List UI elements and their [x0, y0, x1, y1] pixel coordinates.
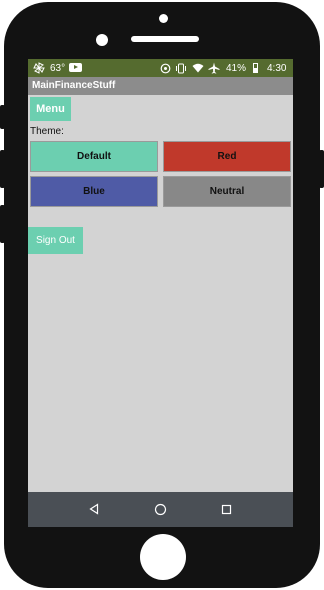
home-icon[interactable]	[152, 501, 168, 517]
volume-down-button	[0, 205, 5, 243]
recents-icon[interactable]	[218, 501, 234, 517]
youtube-icon	[69, 63, 82, 72]
theme-neutral-button[interactable]: Neutral	[163, 176, 291, 207]
system-nav-bar	[28, 492, 293, 527]
sensor	[159, 14, 168, 23]
data-saver-icon	[160, 59, 171, 77]
volume-up-button	[0, 150, 5, 188]
wifi-icon	[192, 59, 204, 77]
side-button	[0, 105, 5, 129]
menu-button[interactable]: Menu	[30, 97, 71, 121]
clock: 4:30	[267, 62, 287, 74]
status-bar: 63° 41% 4:30	[28, 59, 293, 77]
temperature: 63°	[50, 62, 66, 74]
screen: 63° 41% 4:30 MainFinanceStuff Menu Theme…	[28, 59, 293, 527]
physical-home-button	[140, 534, 186, 580]
sign-out-button[interactable]: Sign Out	[28, 227, 83, 254]
battery-icon	[253, 63, 258, 73]
theme-default-button[interactable]: Default	[30, 141, 158, 172]
theme-label: Theme:	[30, 126, 64, 137]
back-icon[interactable]	[86, 501, 102, 517]
battery-percent: 41%	[226, 62, 247, 74]
airplane-icon	[208, 59, 220, 77]
vibrate-icon	[175, 59, 187, 77]
theme-red-button[interactable]: Red	[163, 141, 291, 172]
pinwheel-icon	[33, 59, 45, 77]
theme-blue-button[interactable]: Blue	[30, 176, 158, 207]
front-camera	[96, 34, 108, 46]
earpiece-speaker	[131, 36, 199, 42]
app-title-bar: MainFinanceStuff	[28, 77, 293, 95]
power-button	[319, 150, 324, 188]
